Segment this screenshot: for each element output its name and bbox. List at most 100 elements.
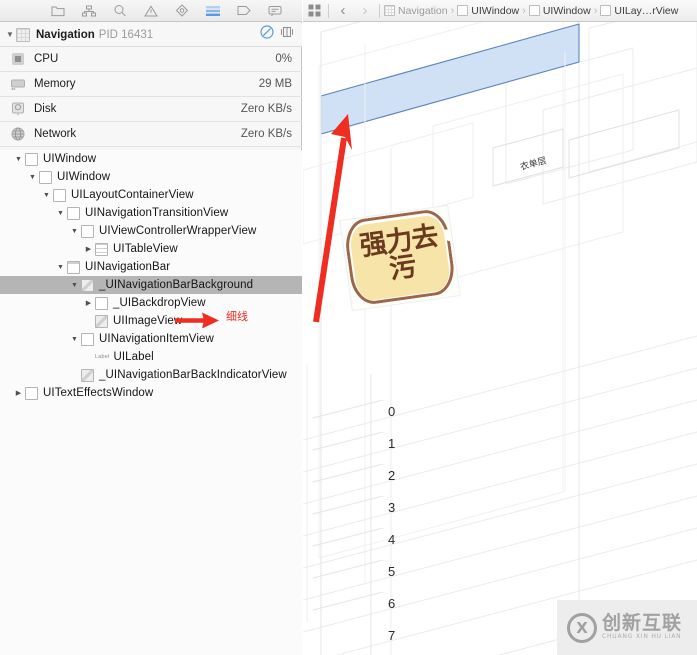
watermark-en: CHUANG XIN HU LIAN <box>602 633 682 641</box>
view-node-icon <box>81 224 94 238</box>
search-icon[interactable] <box>104 0 135 21</box>
network-icon <box>10 126 26 142</box>
split-panel-icon[interactable] <box>280 25 294 44</box>
row-number: 7 <box>388 628 395 643</box>
divider <box>379 3 380 18</box>
tree-row[interactable]: ▼ UINavigationItemView <box>0 330 302 348</box>
back-button[interactable]: ‹ <box>332 2 354 19</box>
tree-row-label: UIWindow <box>57 171 111 183</box>
forward-button[interactable]: › <box>354 2 376 19</box>
gauge-row-disk[interactable]: Disk Zero KB/s <box>0 97 302 122</box>
disclosure-triangle[interactable]: ▼ <box>68 336 81 343</box>
tree-row[interactable]: ▼ UINavigationTransitionView <box>0 204 302 222</box>
tree-row[interactable]: ▼ UIWindow <box>0 168 302 186</box>
folder-icon[interactable] <box>42 0 73 21</box>
process-pid: PID 16431 <box>98 28 154 41</box>
breadcrumb-item-navigation[interactable]: Navigation <box>383 5 449 17</box>
hierarchy-icon[interactable] <box>73 0 104 21</box>
view-debugger-canvas-panel: ‹ › Navigation › UIWindow › UIWindow › U… <box>303 0 697 655</box>
breakpoint-icon[interactable] <box>166 0 197 21</box>
view-mode-icon[interactable] <box>303 4 325 17</box>
disclosure-triangle[interactable]: ▼ <box>54 210 67 217</box>
breadcrumb-item-uiwindow-2[interactable]: UIWindow <box>528 5 592 17</box>
disclosure-triangle[interactable]: ▼ <box>54 264 67 271</box>
view-icon <box>600 5 612 16</box>
tree-row[interactable]: ▶ UITextEffectsWindow <box>0 384 302 402</box>
tree-row[interactable]: ▼ UINavigationBar <box>0 258 302 276</box>
img-node-icon <box>95 314 108 328</box>
tree-row[interactable]: ▼ UIWindow <box>0 150 302 168</box>
chevron-right-icon: › <box>593 4 598 17</box>
row-number: 3 <box>388 500 395 515</box>
view-node-icon <box>67 206 80 220</box>
breadcrumb-item-uilayoutcontainerview[interactable]: UILay…rView <box>599 5 679 17</box>
table-node-icon <box>95 242 108 256</box>
tree-row[interactable]: _UINavigationBarBackIndicatorView <box>0 366 302 384</box>
watermark-text: 创新互联 CHUANG XIN HU LIAN <box>602 612 683 641</box>
disclosure-triangle[interactable]: ▶ <box>82 246 95 253</box>
view-icon <box>528 5 540 16</box>
img-node-icon <box>81 278 94 292</box>
tree-row[interactable]: ▶ _UIBackdropView <box>0 294 302 312</box>
breadcrumb: ‹ › Navigation › UIWindow › UIWindow › U… <box>303 0 697 22</box>
3d-view-hierarchy[interactable]: 0 1 2 3 4 5 6 7 衣单层 强力去污 X 创新互联 CHUANG X… <box>303 22 697 655</box>
selected-layer-navigation-bar <box>320 23 580 135</box>
tree-row[interactable]: ▼ UILayoutContainerView <box>0 186 302 204</box>
tree-row-label: UITableView <box>113 243 178 255</box>
chevron-right-icon: › <box>450 4 455 17</box>
tree-row[interactable]: ▼ UIViewControllerWrapperView <box>0 222 302 240</box>
red-arrow-to-navigation-bar <box>313 114 352 323</box>
gauge-label-network: Network <box>34 128 77 140</box>
disk-icon <box>10 101 26 117</box>
disclosure-triangle[interactable]: ▼ <box>68 282 81 289</box>
tree-row-label: UIViewControllerWrapperView <box>99 225 257 237</box>
tree-row-label: UITextEffectsWindow <box>43 387 154 399</box>
tree-row[interactable]: UIImageView <box>0 312 302 330</box>
gauge-value-network: Zero KB/s <box>240 128 292 140</box>
tree-row[interactable]: ▶ UITableView <box>0 240 302 258</box>
tag-icon[interactable] <box>228 0 259 21</box>
red-arrow-to-uiimageview <box>175 312 219 328</box>
gauge-row-cpu[interactable]: CPU 0% <box>0 47 302 72</box>
row-number: 4 <box>388 532 395 547</box>
tree-row-label: UINavigationTransitionView <box>85 207 229 219</box>
disclosure-triangle[interactable]: ▶ <box>12 390 25 397</box>
gauge-value-cpu: 0% <box>275 53 292 65</box>
breadcrumb-item-uiwindow-1[interactable]: UIWindow <box>456 5 520 17</box>
disclosure-triangle[interactable]: ▼ <box>68 228 81 235</box>
breadcrumb-label: UILay…rView <box>614 4 679 17</box>
scene-svg: 0 1 2 3 4 5 6 7 衣单层 <box>303 22 697 655</box>
stop-icon[interactable] <box>260 25 274 44</box>
gauge-label-disk: Disk <box>34 103 57 115</box>
disclosure-triangle[interactable]: ▼ <box>12 156 25 163</box>
disclosure-triangle[interactable]: ▼ <box>40 192 53 199</box>
gauge-row-memory[interactable]: Memory 29 MB <box>0 72 302 97</box>
view-node-icon <box>25 152 38 166</box>
breadcrumb-label: UIWindow <box>471 4 520 17</box>
tree-row[interactable]: Label UILabel <box>0 348 302 366</box>
disclosure-triangle[interactable]: ▶ <box>82 300 95 307</box>
warning-icon[interactable] <box>135 0 166 21</box>
console-icon[interactable] <box>259 0 290 21</box>
view-node-icon <box>25 386 38 400</box>
divider <box>328 3 329 18</box>
gauge-disclosure-triangle[interactable]: ▼ <box>4 30 16 39</box>
chevron-right-icon: › <box>522 4 526 17</box>
view-hierarchy-tree[interactable]: ▼ UIWindow ▼ UIWindow ▼ UILayoutContainerView… <box>0 150 302 655</box>
navigator-toolbar <box>0 0 302 22</box>
tree-row[interactable]: ▼ _UINavigationBarBackground <box>0 276 302 294</box>
debug-navigator-panel: ▼ Navigation PID 16431 CPU 0% Memory 29 … <box>0 0 302 655</box>
watermark-cn: 创新互联 <box>602 612 683 635</box>
view-hierarchy-icon[interactable] <box>197 0 228 21</box>
label-badge-icon: Label <box>95 354 110 360</box>
bar-node-icon <box>67 260 80 274</box>
process-gauge-header[interactable]: ▼ Navigation PID 16431 <box>0 23 302 47</box>
gauge-value-memory: 29 MB <box>258 78 292 90</box>
row-number: 0 <box>388 404 395 419</box>
gauge-row-network[interactable]: Network Zero KB/s <box>0 122 302 147</box>
tree-row-label: UILabel <box>113 351 154 363</box>
gauge-label-cpu: CPU <box>34 53 59 65</box>
disclosure-triangle[interactable]: ▼ <box>26 174 39 181</box>
scene-row-numbers: 0 1 2 3 4 5 6 7 <box>388 404 395 643</box>
process-icon <box>16 27 30 42</box>
